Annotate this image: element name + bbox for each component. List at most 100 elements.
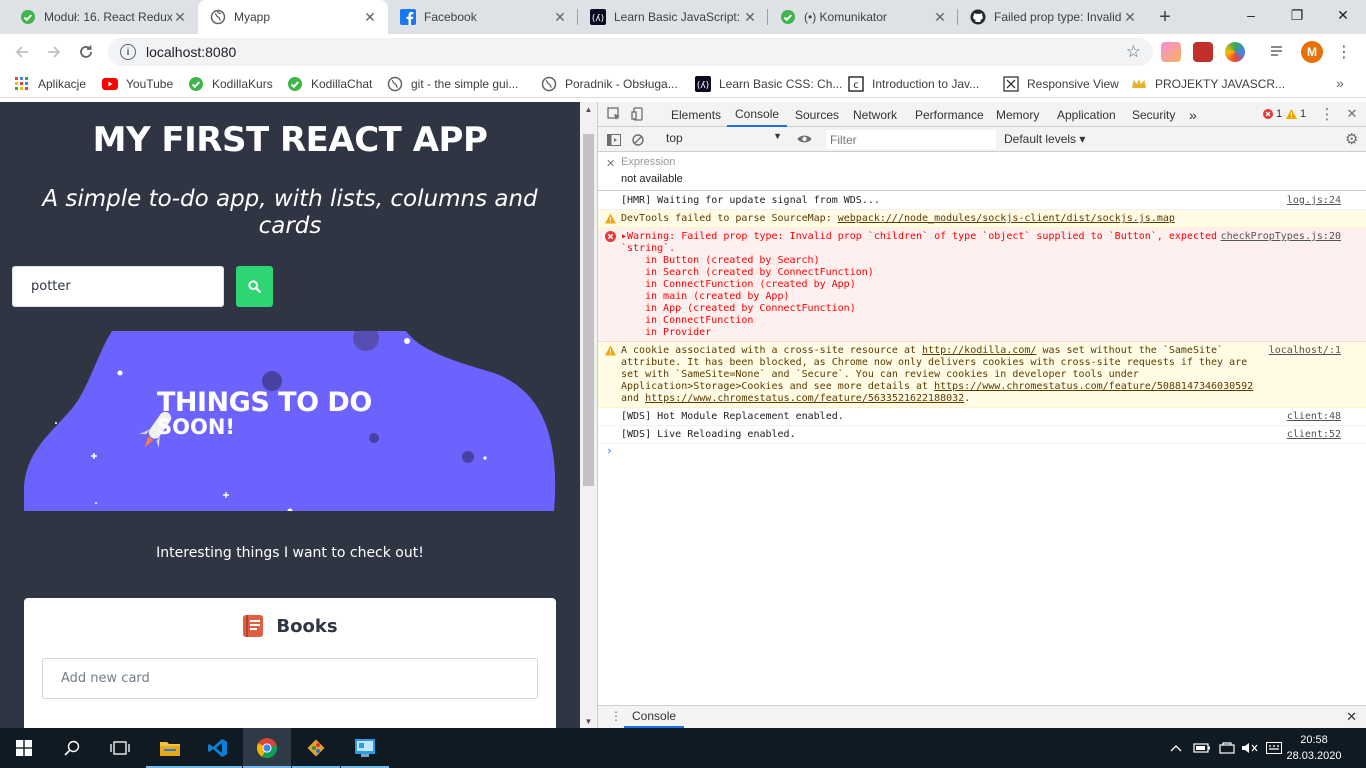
- message-source-link[interactable]: checkPropTypes.js:20: [1220, 231, 1341, 243]
- tab-learn-js[interactable]: (ʎ) Learn Basic JavaScript: C ✕: [578, 0, 768, 34]
- close-icon[interactable]: ✕: [1122, 9, 1138, 25]
- bookmark-git-gui[interactable]: git - the simple gui...: [387, 75, 518, 93]
- close-drawer-icon[interactable]: ✕: [1346, 709, 1357, 725]
- tab-sources[interactable]: Sources: [795, 102, 839, 127]
- tab-performance[interactable]: Performance: [915, 102, 984, 127]
- new-tab-button[interactable]: +: [1153, 5, 1177, 29]
- taskbar-clock[interactable]: 20:58 28.03.2020: [1286, 732, 1342, 764]
- gear-icon[interactable]: ⚙: [1345, 130, 1358, 148]
- sourcemap-link[interactable]: webpack:///node_modules/sockjs-client/di…: [838, 213, 1175, 224]
- control-panel-icon[interactable]: [341, 728, 389, 768]
- devtools-menu-icon[interactable]: ⋮: [1317, 105, 1337, 123]
- vscode-icon[interactable]: [194, 728, 242, 768]
- kodilla-link[interactable]: http://kodilla.com/: [922, 345, 1036, 356]
- bookmark-star-icon[interactable]: ☆: [1126, 42, 1141, 62]
- network-icon[interactable]: [1219, 728, 1235, 768]
- search-button[interactable]: [236, 266, 273, 307]
- page-scrollbar[interactable]: ▲ ▼: [580, 102, 597, 728]
- bookmark-projekty[interactable]: PROJEKTY JAVASCR...: [1131, 75, 1285, 93]
- tab-console[interactable]: Console: [727, 102, 788, 127]
- add-card-input[interactable]: [42, 658, 538, 699]
- close-icon[interactable]: ✕: [362, 9, 378, 25]
- extension-gradient-icon[interactable]: [1161, 42, 1181, 62]
- bookmark-apps[interactable]: Aplikacje: [14, 75, 86, 93]
- bookmark-learn-css[interactable]: (ʎ) Learn Basic CSS: Ch...: [695, 75, 842, 93]
- device-toolbar-icon[interactable]: [628, 105, 648, 123]
- bookmark-intro-java[interactable]: c Introduction to Jav...: [848, 75, 979, 93]
- close-devtools-icon[interactable]: ✕: [1342, 105, 1362, 123]
- file-explorer-icon[interactable]: [146, 728, 194, 768]
- warning-count-badge[interactable]: 1: [1286, 108, 1306, 120]
- live-expression-eye-icon[interactable]: [794, 130, 814, 148]
- back-button[interactable]: [10, 40, 34, 64]
- reading-list-icon[interactable]: [1268, 42, 1288, 62]
- close-icon[interactable]: ✕: [552, 9, 568, 25]
- tab-application[interactable]: Application: [1057, 102, 1116, 127]
- clear-console-icon[interactable]: [628, 131, 648, 149]
- tab-facebook[interactable]: Facebook ✕: [388, 0, 578, 34]
- close-expression-icon[interactable]: ✕: [606, 157, 615, 170]
- console-filter-input[interactable]: [826, 130, 996, 149]
- close-icon[interactable]: ✕: [932, 9, 948, 25]
- log-levels-dropdown[interactable]: Default levels ▾: [1004, 132, 1085, 146]
- sidebar-toggle-icon[interactable]: [604, 131, 624, 149]
- forward-button[interactable]: [42, 40, 66, 64]
- browser-menu-icon[interactable]: ⋮: [1334, 40, 1354, 64]
- keyboard-icon[interactable]: [1266, 728, 1282, 768]
- tab-react-redux[interactable]: Moduł: 16. React Redux ✕: [8, 0, 198, 34]
- search-icon[interactable]: [48, 728, 96, 768]
- tab-elements[interactable]: Elements: [671, 102, 721, 127]
- tray-chevron-icon[interactable]: [1170, 728, 1182, 768]
- drawer-tab-console[interactable]: Console: [624, 706, 685, 728]
- volume-muted-icon[interactable]: [1241, 728, 1259, 768]
- windows-start-icon[interactable]: [0, 728, 48, 768]
- info-icon[interactable]: i: [120, 44, 136, 60]
- battery-icon[interactable]: [1193, 728, 1211, 768]
- error-count-badge[interactable]: 1: [1263, 108, 1282, 120]
- bookmark-responsive-view[interactable]: Responsive View: [1003, 75, 1119, 93]
- codecademy-icon: c: [848, 76, 864, 92]
- tab-myapp[interactable]: Myapp ✕: [198, 0, 388, 34]
- bookmarks-more-button[interactable]: »: [1336, 75, 1344, 91]
- more-tabs-button[interactable]: »: [1189, 102, 1197, 127]
- close-icon[interactable]: ✕: [172, 9, 188, 25]
- extension-colorwheel-icon[interactable]: [1225, 42, 1245, 62]
- message-source-link[interactable]: client:48: [1287, 411, 1341, 423]
- git-icon[interactable]: [292, 728, 340, 768]
- bookmark-kodillachat[interactable]: KodillaChat: [287, 75, 372, 93]
- console-prompt[interactable]: ›: [598, 444, 1366, 460]
- bookmark-youtube[interactable]: YouTube: [102, 75, 173, 93]
- chromestatus-link[interactable]: https://www.chromestatus.com/feature/508…: [934, 381, 1253, 392]
- message-source-link[interactable]: log.js:24: [1287, 195, 1341, 207]
- tab-github-issue[interactable]: Failed prop type: Invalid ✕: [958, 0, 1148, 34]
- reload-button[interactable]: [74, 40, 98, 64]
- clock-time: 20:58: [1300, 734, 1328, 746]
- task-view-icon[interactable]: [96, 728, 144, 768]
- context-selector[interactable]: top ▼: [662, 131, 782, 148]
- close-window-button[interactable]: ✕: [1320, 0, 1366, 30]
- url-input[interactable]: [146, 44, 1046, 60]
- tab-memory[interactable]: Memory: [996, 102, 1039, 127]
- tab-security[interactable]: Security: [1132, 102, 1175, 127]
- maximize-button[interactable]: ❐: [1274, 0, 1320, 30]
- chrome-icon[interactable]: [243, 728, 291, 768]
- extension-red-icon[interactable]: [1193, 42, 1213, 62]
- minimize-button[interactable]: –: [1228, 0, 1274, 30]
- scroll-down-arrow[interactable]: ▼: [580, 714, 597, 728]
- tab-komunikator[interactable]: (•) Komunikator ✕: [768, 0, 958, 34]
- expression-label[interactable]: Expression: [621, 156, 675, 168]
- drawer-menu-icon[interactable]: ⋮: [610, 709, 622, 723]
- message-source-link[interactable]: localhost/:1: [1268, 345, 1341, 357]
- profile-avatar[interactable]: M: [1301, 41, 1323, 63]
- scrollbar-thumb[interactable]: [583, 134, 594, 486]
- close-icon[interactable]: ✕: [742, 9, 758, 25]
- inspect-element-icon[interactable]: [604, 105, 624, 123]
- search-input[interactable]: [12, 266, 224, 307]
- address-bar[interactable]: i ☆: [108, 38, 1153, 66]
- bookmark-kodillakurs[interactable]: KodillaKurs: [188, 75, 273, 93]
- scroll-up-arrow[interactable]: ▲: [580, 102, 597, 116]
- tab-network[interactable]: Network: [853, 102, 897, 127]
- message-source-link[interactable]: client:52: [1287, 429, 1341, 441]
- chromestatus-link[interactable]: https://www.chromestatus.com/feature/563…: [645, 393, 964, 404]
- bookmark-poradnik[interactable]: Poradnik - Obsługa...: [541, 75, 678, 93]
